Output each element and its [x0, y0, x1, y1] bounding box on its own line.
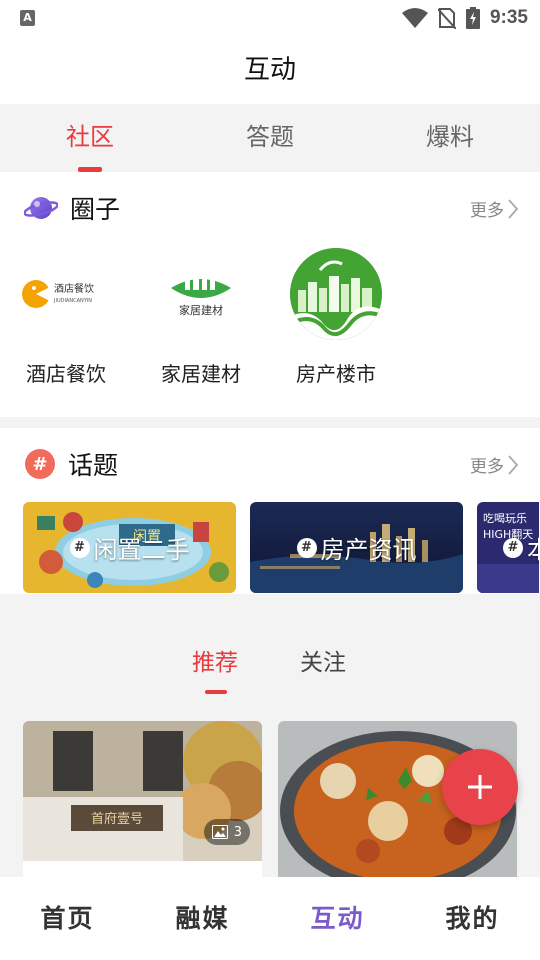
circle-name: 家居建材	[161, 362, 241, 386]
svg-text:JIUDIANCANYIN: JIUDIANCANYIN	[53, 298, 92, 304]
tab-recommended[interactable]: 推荐	[192, 643, 238, 677]
circles-title: 圈子	[70, 195, 121, 224]
circles-section: 圈子 更多 酒店餐饮 JIUDIANCANYIN 酒店餐饮 家居建材 家居建材 …	[0, 172, 540, 417]
topics-section: # 话题 更多 闲置 # 闲置二手 # 房产资讯 吃喝玩乐 HIGH翻天 #	[0, 428, 540, 594]
hashtag-icon: #	[296, 537, 317, 558]
circle-item[interactable]: 房产楼市	[290, 248, 382, 387]
topic-label: #本	[503, 530, 539, 565]
no-sim-icon	[437, 8, 456, 29]
topic-card[interactable]: 吃喝玩乐 HIGH翻天 #本	[477, 502, 539, 593]
topic-list: 闲置 # 闲置二手 # 房产资讯 吃喝玩乐 HIGH翻天 #	[23, 502, 539, 593]
status-bar: A 9:35	[0, 0, 540, 36]
topic-card[interactable]: # 房产资讯	[250, 502, 463, 593]
real-estate-logo	[290, 248, 382, 340]
svg-text:#: #	[32, 454, 47, 475]
active-tab-indicator	[205, 690, 227, 694]
add-post-button[interactable]	[442, 749, 518, 825]
wifi-icon	[401, 8, 428, 28]
topic-card[interactable]: 闲置 # 闲置二手	[23, 502, 236, 593]
more-label: 更多	[470, 201, 504, 221]
topic-label: # 房产资讯	[296, 530, 417, 565]
tab-following[interactable]: 关注	[300, 643, 346, 677]
tab-community[interactable]: 社区	[0, 104, 180, 172]
page-title: 互动	[0, 36, 540, 104]
battery-charging-icon	[465, 7, 480, 29]
feed-tab-bar: 推荐 关注	[0, 623, 540, 705]
topics-header: # 话题	[24, 446, 118, 482]
topics-title: 话题	[68, 451, 119, 480]
svg-text:酒店餐饮: 酒店餐饮	[54, 282, 94, 295]
clock-time: 9:35	[489, 7, 528, 28]
nav-interaction[interactable]: 互动	[270, 877, 405, 960]
circle-item[interactable]: 家居建材 家居建材	[155, 248, 247, 387]
circles-more-link[interactable]: 更多	[470, 196, 518, 221]
tab-tips[interactable]: 爆料	[360, 104, 540, 172]
home-building-materials-logo: 家居建材	[155, 248, 247, 340]
hashtag-icon: #	[503, 537, 523, 558]
notification-a-icon: A	[20, 10, 35, 26]
tab-quiz[interactable]: 答题	[180, 104, 360, 172]
circle-list: 酒店餐饮 JIUDIANCANYIN 酒店餐饮 家居建材 家居建材 房产楼市	[20, 248, 382, 387]
svg-text:家居建材: 家居建材	[179, 303, 223, 317]
circle-item[interactable]: 酒店餐饮 JIUDIANCANYIN 酒店餐饮	[20, 248, 112, 387]
circle-name: 房产楼市	[296, 362, 376, 386]
nav-home[interactable]: 首页	[0, 877, 135, 960]
circle-name: 酒店餐饮	[26, 362, 106, 386]
hashtag-icon: #	[25, 449, 55, 479]
more-label: 更多	[470, 457, 504, 477]
hashtag-icon: #	[69, 537, 90, 558]
planet-icon	[24, 197, 58, 219]
feed-card[interactable]: 首府壹号 3	[23, 721, 262, 881]
hotel-dining-logo: 酒店餐饮 JIUDIANCANYIN	[20, 248, 112, 340]
svg-text:吃喝玩乐: 吃喝玩乐	[483, 512, 527, 525]
image-icon	[211, 825, 228, 839]
image-count-badge: 3	[203, 819, 250, 845]
plus-icon	[468, 775, 492, 799]
circles-header: 圈子	[24, 190, 120, 226]
svg-text:首府壹号: 首府壹号	[91, 812, 143, 827]
chevron-right-icon	[508, 198, 518, 219]
bottom-navigation: 首页 融媒 互动 我的	[0, 877, 540, 960]
topic-label: # 闲置二手	[69, 530, 190, 565]
nav-media[interactable]: 融媒	[135, 877, 270, 960]
top-tab-bar: 社区 答题 爆料	[0, 104, 540, 172]
topics-more-link[interactable]: 更多	[470, 452, 518, 477]
nav-mine[interactable]: 我的	[405, 877, 540, 960]
chevron-right-icon	[508, 454, 518, 475]
